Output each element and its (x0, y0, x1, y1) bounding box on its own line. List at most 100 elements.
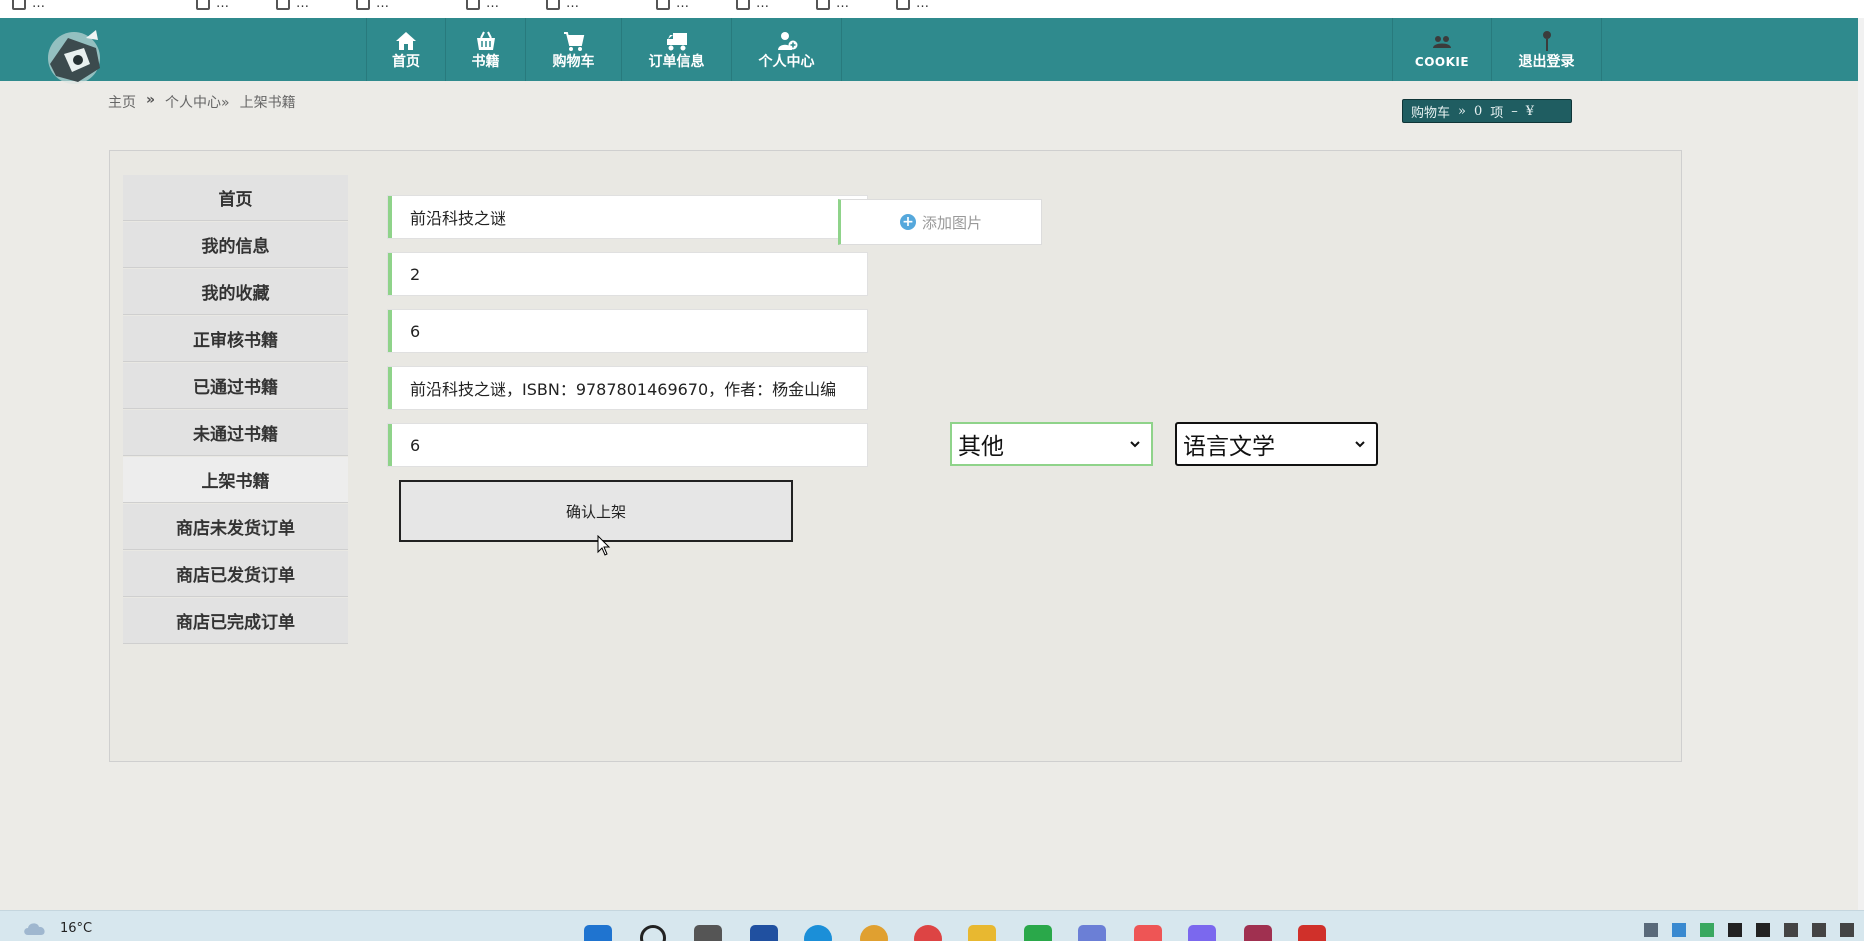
bookmarks-bar: … … … … … … … … … … (0, 0, 1864, 19)
cart-summary[interactable]: 购物车 » 0 项 – ¥ (1402, 99, 1572, 123)
volume-icon[interactable] (1812, 923, 1826, 937)
search-icon[interactable] (640, 925, 666, 941)
task-view-icon[interactable] (694, 925, 722, 941)
cart-summary-count: 0 (1473, 103, 1483, 119)
sidebar-item-shipped-orders[interactable]: 商店已发货订单 (123, 551, 348, 597)
start-icon[interactable] (584, 925, 612, 941)
nav-cart[interactable]: 购物车 (526, 18, 622, 81)
app-icon[interactable] (1298, 925, 1326, 941)
logo-image (48, 30, 100, 84)
bookmark-icon (276, 0, 290, 10)
chrome-icon[interactable] (914, 925, 942, 941)
book-name-input[interactable]: 前沿科技之谜 (388, 196, 867, 238)
sidebar-item-favorites[interactable]: 我的收藏 (123, 269, 348, 315)
bookmark-item[interactable]: … (12, 0, 45, 12)
category-select-2[interactable]: 语言文学 (1175, 422, 1378, 466)
add-image-button[interactable]: + 添加图片 (838, 199, 1042, 245)
bookmark-icon (466, 0, 480, 10)
sidebar-item-label: 首页 (218, 190, 253, 210)
edge-icon[interactable] (804, 925, 832, 941)
app-icon[interactable] (750, 925, 778, 941)
battery-icon[interactable] (1840, 923, 1854, 937)
tray-icon[interactable] (1644, 923, 1658, 937)
sidebar-item-rejected-books[interactable]: 未通过书籍 (123, 410, 348, 456)
breadcrumb-parent[interactable]: 个人中心» (165, 92, 230, 112)
cart-summary-label: 购物车 (1411, 105, 1451, 121)
nav-cookie[interactable]: COOKIE (1392, 18, 1492, 81)
field3-input[interactable]: 6 (388, 310, 867, 352)
sidebar-menu: 首页 我的信息 我的收藏 正审核书籍 已通过书籍 未通过书籍 上架书籍 商店未发… (123, 175, 348, 645)
field5-input[interactable]: 6 (388, 424, 867, 466)
nav-orders[interactable]: 订单信息 (622, 18, 732, 81)
sidebar-item-home[interactable]: 首页 (123, 175, 348, 221)
breadcrumb-current: 上架书籍 (239, 95, 296, 111)
sidebar-item-unshipped-orders[interactable]: 商店未发货订单 (123, 504, 348, 550)
sidebar-item-label: 商店已完成订单 (176, 613, 295, 633)
home-icon (396, 31, 416, 50)
cart-summary-arrow: » (1458, 103, 1466, 119)
bookmark-item[interactable]: … (736, 0, 769, 12)
cookie-icon (1433, 35, 1451, 48)
chevron-down-icon (1355, 441, 1365, 448)
bookmark-item[interactable]: … (816, 0, 849, 12)
tray-icon[interactable] (1672, 923, 1686, 937)
bookmark-item[interactable]: … (896, 0, 929, 12)
book-name-value: 前沿科技之谜 (410, 209, 507, 228)
weather-widget[interactable]: 16°C (22, 919, 92, 937)
breadcrumb-separator: » (146, 92, 156, 108)
sidebar-item-list-book[interactable]: 上架书籍 (123, 457, 348, 503)
plus-circle-icon: + (899, 214, 916, 230)
tray-icon[interactable] (1728, 923, 1742, 937)
bookmark-item[interactable]: … (656, 0, 689, 12)
app-icon[interactable] (1188, 925, 1216, 941)
chevron-down-icon (1130, 441, 1140, 448)
sidebar-item-label: 我的收藏 (201, 284, 270, 304)
tray-icon[interactable] (1756, 923, 1770, 937)
app-icon[interactable] (1078, 925, 1106, 941)
app-icon[interactable] (1134, 925, 1162, 941)
sidebar-item-label: 正审核书籍 (193, 331, 278, 351)
sidebar-item-label: 上架书籍 (201, 472, 270, 492)
basket-icon (476, 31, 495, 50)
bookmark-icon (896, 0, 910, 10)
sidebar-item-label: 商店未发货订单 (176, 519, 295, 539)
sidebar-item-my-info[interactable]: 我的信息 (123, 222, 348, 268)
sidebar-item-approved-books[interactable]: 已通过书籍 (123, 363, 348, 409)
browser-icon[interactable] (860, 925, 888, 941)
top-navbar: 首页 书籍 购物车 订单信息 个人中心 COOKIE 退出登录 (0, 18, 1858, 84)
nav-logout[interactable]: 退出登录 (1492, 18, 1602, 81)
sidebar-item-label: 未通过书籍 (193, 425, 278, 445)
bookmark-item[interactable]: … (466, 0, 499, 12)
confirm-list-button[interactable]: 确认上架 (399, 480, 793, 542)
pin-icon (1542, 30, 1551, 51)
sidebar-item-label: 我的信息 (201, 237, 270, 257)
bookmark-icon (656, 0, 670, 10)
bookmark-item[interactable]: … (546, 0, 579, 12)
folder-icon[interactable] (968, 925, 996, 941)
nav-home[interactable]: 首页 (366, 18, 446, 81)
sidebar-item-completed-orders[interactable]: 商店已完成订单 (123, 598, 348, 644)
bookmark-icon (546, 0, 560, 10)
bookmark-item[interactable]: … (356, 0, 389, 12)
tray-icon[interactable] (1700, 923, 1714, 937)
ide-icon[interactable] (1244, 925, 1272, 941)
bookmark-item[interactable]: … (196, 0, 229, 12)
bookmark-item[interactable]: … (276, 0, 309, 12)
description-input[interactable]: 前沿科技之谜，ISBN：9787801469670，作者：杨金山编 (388, 367, 867, 409)
system-tray (1644, 923, 1854, 937)
os-taskbar: 16°C (0, 910, 1864, 941)
truck-icon (666, 32, 687, 50)
chat-icon[interactable] (1024, 925, 1052, 941)
nav-profile[interactable]: 个人中心 (732, 18, 842, 81)
add-image-label: 添加图片 (921, 213, 982, 232)
page-scrollbar[interactable] (1858, 18, 1864, 910)
category-select-1[interactable]: 其他 (950, 422, 1153, 466)
site-logo[interactable] (38, 24, 112, 88)
nav-books[interactable]: 书籍 (446, 18, 526, 81)
sidebar-item-pending-books[interactable]: 正审核书籍 (123, 316, 348, 362)
field2-input[interactable]: 2 (388, 253, 867, 295)
bookmark-icon (12, 0, 26, 10)
wifi-icon[interactable] (1784, 923, 1798, 937)
breadcrumb-home[interactable]: 主页 (108, 92, 136, 112)
mouse-cursor-icon (597, 535, 611, 556)
